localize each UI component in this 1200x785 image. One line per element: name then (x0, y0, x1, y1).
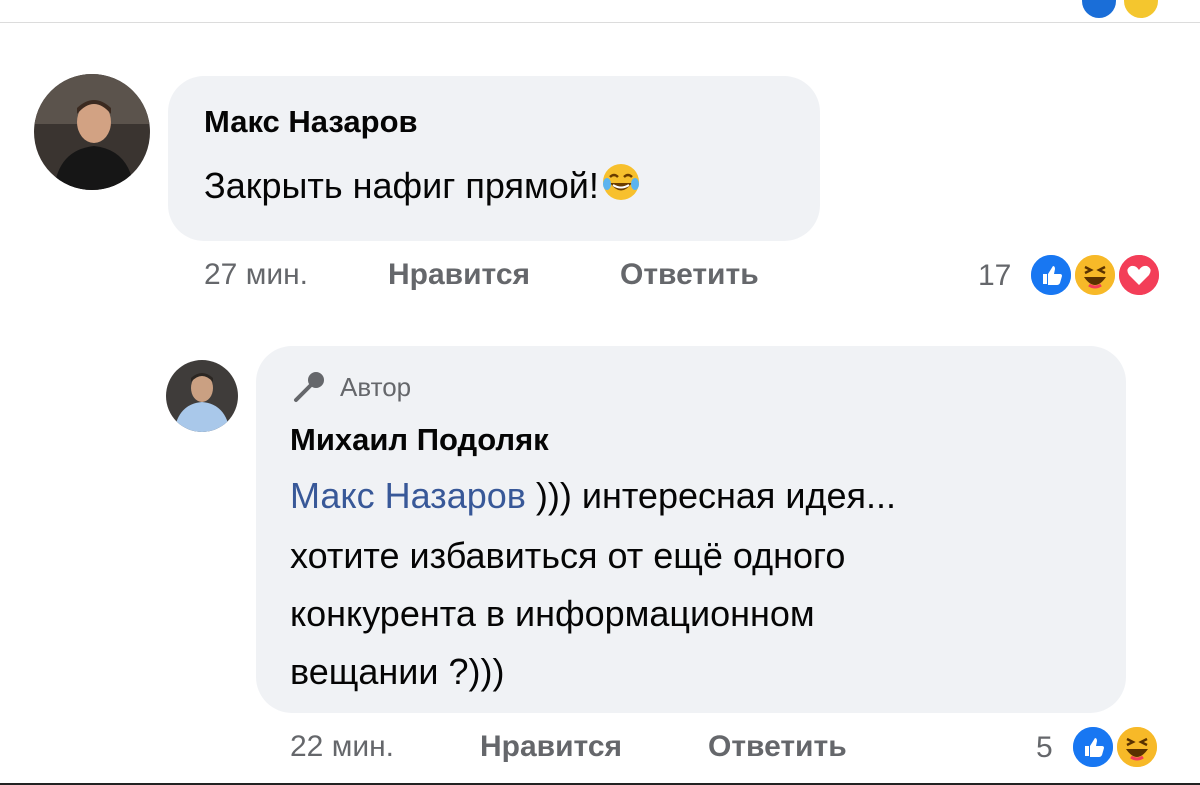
haha-reaction-icon (1124, 0, 1158, 18)
reply-text-line-1: Макс Назаров ))) интересная идея... (290, 468, 896, 524)
reply-text-line-2: хотите избавиться от ещё одного (290, 535, 846, 576)
avatar-photo-icon (166, 360, 238, 432)
love-reaction-icon[interactable] (1116, 252, 1162, 298)
avatar[interactable] (34, 74, 150, 190)
like-reaction-icon[interactable] (1070, 724, 1116, 770)
like-reaction-icon (1082, 0, 1116, 18)
microphone-icon (290, 366, 332, 406)
mention-link[interactable]: Макс Назаров (290, 475, 526, 516)
comment-text: Закрыть нафиг прямой! (204, 158, 641, 214)
comment-reply-button[interactable]: Ответить (620, 258, 759, 292)
reply-reaction-count[interactable]: 5 (1036, 731, 1053, 765)
comment-reaction-count[interactable]: 17 (978, 259, 1011, 293)
avatar-photo-icon (34, 74, 150, 190)
reply-text-line-3: конкурента в информационном (290, 593, 815, 634)
reply-reply-button[interactable]: Ответить (708, 730, 847, 764)
laughing-tears-emoji-icon (601, 162, 641, 202)
reply-like-button[interactable]: Нравится (480, 730, 622, 764)
like-reaction-icon[interactable] (1028, 252, 1074, 298)
reply-timestamp[interactable]: 22 мин. (290, 730, 394, 764)
comment-timestamp[interactable]: 27 мин. (204, 258, 308, 292)
top-divider (0, 22, 1200, 23)
reply-text-line-1-rest: ))) интересная идея... (525, 475, 897, 516)
avatar[interactable] (166, 360, 238, 432)
reply-text-line-4: вещании ?))) (290, 651, 505, 692)
author-badge: Автор (340, 372, 412, 402)
comment-like-button[interactable]: Нравится (388, 258, 530, 292)
comment-text-content: Закрыть нафиг прямой! (204, 165, 599, 206)
reply-author-name[interactable]: Михаил Подоляк (290, 422, 549, 458)
haha-reaction-icon[interactable] (1114, 724, 1160, 770)
comment-author-name[interactable]: Макс Назаров (204, 104, 418, 140)
haha-reaction-icon[interactable] (1072, 252, 1118, 298)
